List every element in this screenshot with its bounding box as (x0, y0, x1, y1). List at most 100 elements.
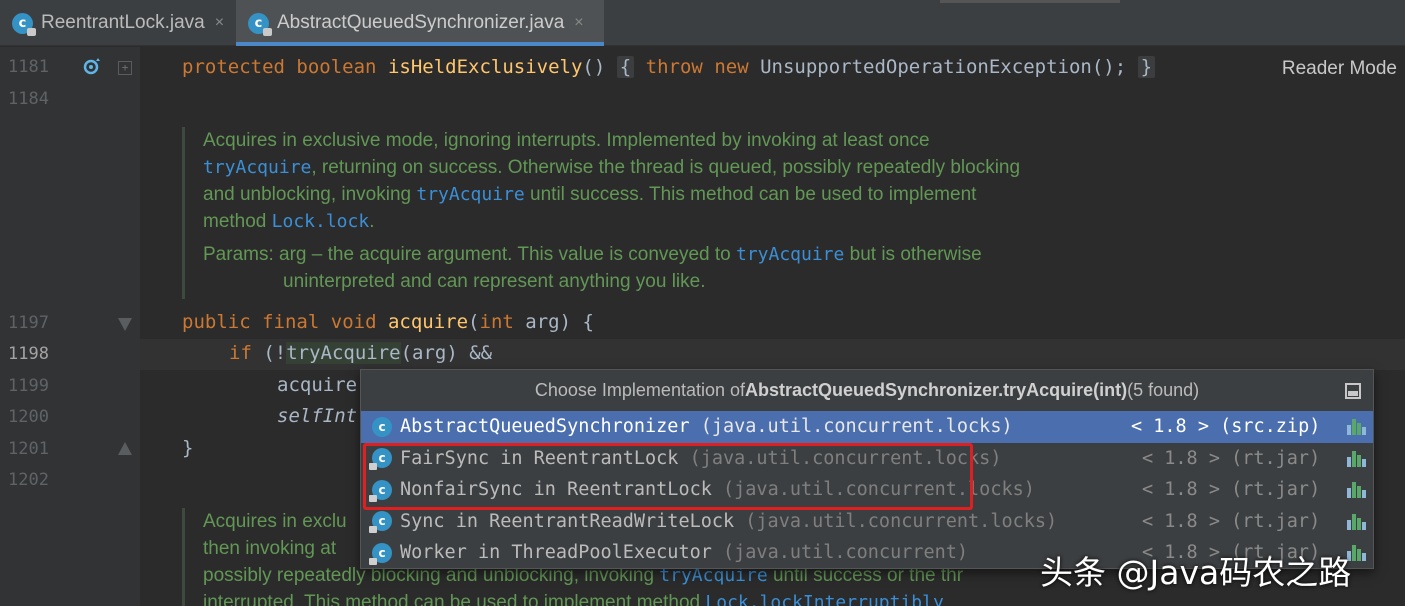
item-package: (java.util.concurrent.locks) (734, 510, 1058, 532)
method-name: acquire (387, 311, 469, 333)
doc-line: and unblocking, invoking tryAcquire unti… (203, 181, 1112, 208)
doc-text: . (369, 211, 375, 232)
method-name: isHeldExclusively (387, 56, 583, 78)
code-line-1199[interactable]: acquire (277, 374, 357, 396)
doc-text: then invoking at (203, 538, 337, 559)
library-icon (1347, 482, 1366, 498)
doc-text: but is otherwise (844, 244, 982, 265)
method-call-highlight[interactable]: tryAcquire (286, 342, 401, 364)
doc-text: until success. This method can be used t… (524, 184, 977, 205)
code-text: (! (251, 342, 287, 364)
close-icon[interactable]: × (215, 14, 224, 32)
doc-line: method Lock.lock. (203, 208, 1112, 235)
code-text: (arg) && (400, 342, 493, 364)
item-name: Worker in ThreadPoolExecutor (400, 542, 712, 564)
library-icon (1347, 419, 1366, 435)
popup-title: Choose Implementation of AbstractQueuedS… (361, 370, 1373, 411)
tab-abstractqueuedsynchronizer[interactable]: c AbstractQueuedSynchronizer.java × (236, 0, 604, 46)
line-number: 1181 (8, 57, 49, 77)
line-number: 1184 (8, 89, 49, 109)
line-number: 1198 (8, 344, 49, 364)
doc-text: Acquires in exclusive mode, ignoring int… (203, 130, 930, 151)
fold-collapse-icon[interactable] (118, 318, 132, 331)
doc-line: Acquires in exclusive mode, ignoring int… (203, 127, 1112, 154)
keyword: final (262, 311, 320, 333)
keyword: void (330, 311, 377, 333)
annotation-highlight-box (363, 443, 973, 510)
item-library: < 1.8 > (rt.jar) (1142, 447, 1321, 469)
item-name: Sync in ReentrantReadWriteLock (400, 510, 735, 532)
item-name: AbstractQueuedSynchronizer (400, 416, 690, 438)
implementation-item[interactable]: c AbstractQueuedSynchronizer (java.util.… (361, 411, 1373, 443)
class-icon: c (369, 542, 392, 565)
doc-link[interactable]: Lock.lockInterruptibly (705, 592, 943, 606)
keyword: public (182, 311, 251, 333)
implementation-marker-icon[interactable] (82, 58, 102, 78)
class-icon: c (369, 511, 392, 534)
item-library: < 1.8 > (src.zip) (1131, 416, 1321, 438)
doc-link[interactable]: tryAcquire (736, 244, 844, 265)
doc-text: method (203, 211, 272, 232)
keyword: new (714, 56, 749, 78)
popup-title-count: (5 found) (1127, 380, 1200, 400)
line-number: 1197 (8, 313, 49, 333)
doc-text: uninterpreted and can represent anything… (283, 271, 706, 292)
editor-tab-bar: c ReentrantLock.java × c AbstractQueuedS… (0, 0, 1405, 46)
constructor-call: UnsupportedOperationException(); (760, 56, 1127, 78)
code-text: ( (468, 311, 480, 333)
open-in-window-icon[interactable] (1345, 383, 1361, 399)
library-icon (1347, 513, 1366, 530)
code-line-1201[interactable]: } (182, 437, 193, 459)
keyword: int (479, 311, 514, 333)
line-number: 1202 (8, 470, 49, 490)
doc-text: Params: arg – the acquire argument. This… (203, 244, 736, 265)
tab-label: AbstractQueuedSynchronizer.java (277, 12, 565, 33)
line-number: 1199 (8, 376, 49, 396)
active-tab-indicator (236, 42, 604, 46)
popup-title-prefix: Choose Implementation of (534, 380, 745, 400)
doc-line: uninterpreted and can represent anything… (203, 268, 1112, 295)
parens: () (582, 56, 606, 78)
code-line-1181[interactable]: protected boolean isHeldExclusively() { … (182, 56, 1156, 78)
item-library: < 1.8 > (rt.jar) (1142, 479, 1321, 501)
doc-line: tryAcquire, returning on success. Otherw… (203, 154, 1112, 181)
library-icon (1347, 450, 1366, 467)
line-number: 1200 (8, 407, 49, 427)
top-strip (940, 0, 1120, 3)
keyword: throw (645, 56, 703, 78)
folded-brace-close[interactable]: } (1137, 56, 1156, 78)
doc-params: Params: arg – the acquire argument. This… (203, 241, 1112, 268)
doc-link[interactable]: tryAcquire (203, 157, 311, 178)
doc-link[interactable]: tryAcquire (416, 184, 524, 205)
doc-line: interrupted. This method can be used to … (203, 589, 1052, 606)
fold-end-icon[interactable] (118, 442, 132, 455)
folded-brace-open[interactable]: { (616, 56, 635, 78)
class-icon: c (12, 12, 36, 36)
javadoc-acquire: Acquires in exclusive mode, ignoring int… (182, 127, 1112, 299)
watermark: 头条 @Java码农之路 (1040, 553, 1352, 592)
implementation-item[interactable]: c Sync in ReentrantReadWriteLock (java.u… (361, 506, 1373, 538)
code-line-1200[interactable]: selfInt (277, 405, 357, 427)
tab-reentrantlock[interactable]: c ReentrantLock.java × (0, 0, 236, 46)
code-line-1198[interactable]: if (!tryAcquire(arg) && (229, 342, 492, 364)
item-package: (java.util.concurrent.locks) (689, 416, 1013, 438)
code-text: arg) { (513, 311, 594, 333)
reader-mode-toggle[interactable]: Reader Mode (1282, 58, 1397, 80)
code-line-1197[interactable]: public final void acquire(int arg) { (182, 311, 594, 333)
doc-text: , returning on success. Otherwise the th… (311, 157, 1021, 178)
keyword: if (229, 342, 252, 364)
doc-text: interrupted. This method can be used to … (203, 592, 706, 606)
class-icon: c (372, 416, 392, 437)
popup-title-method: AbstractQueuedSynchronizer.tryAcquire(in… (745, 380, 1128, 400)
doc-text: and unblocking, invoking (203, 184, 417, 205)
line-number: 1201 (8, 439, 49, 459)
doc-text: Acquires in exclu (203, 511, 347, 532)
item-package: (java.util.concurrent) (711, 542, 969, 564)
fold-expand-icon[interactable]: + (118, 61, 132, 75)
tab-label: ReentrantLock.java (41, 12, 205, 33)
class-icon: c (248, 12, 272, 36)
keyword: protected (182, 56, 285, 78)
close-icon[interactable]: × (574, 14, 583, 32)
doc-link[interactable]: Lock.lock (272, 211, 370, 232)
keyword: boolean (296, 56, 377, 78)
